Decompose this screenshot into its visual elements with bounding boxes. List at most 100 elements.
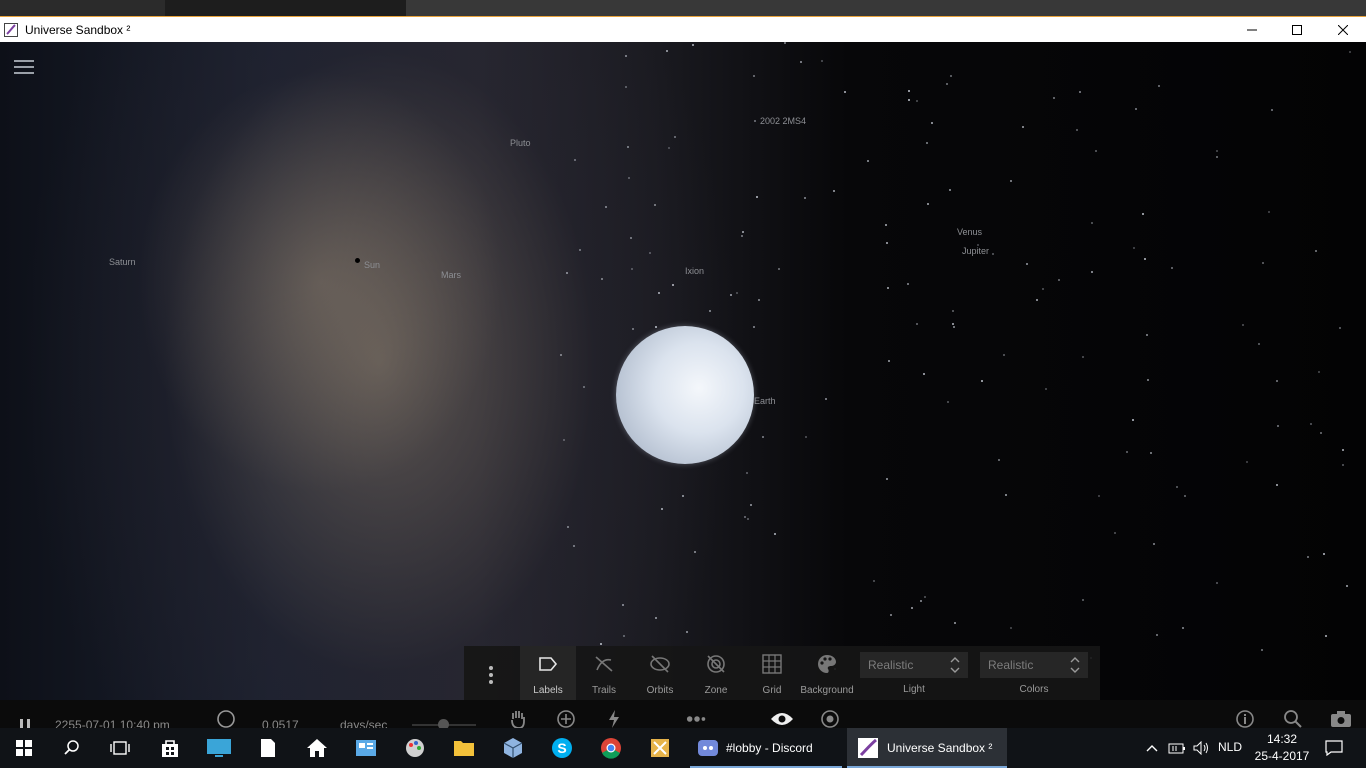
start-button[interactable]	[0, 728, 48, 768]
show-hidden-icons-button[interactable]	[1140, 728, 1164, 768]
colors-select[interactable]: Realistic	[980, 652, 1088, 678]
star	[1258, 343, 1261, 346]
more-options-icon[interactable]	[484, 664, 498, 686]
search-icon	[64, 740, 79, 755]
object-label-ixion[interactable]: Ixion	[685, 266, 704, 276]
tool-labels[interactable]: Labels	[520, 646, 576, 700]
star	[887, 287, 890, 290]
add-object-button[interactable]	[555, 708, 577, 730]
star	[1260, 648, 1263, 651]
star	[1058, 279, 1061, 282]
star	[1126, 451, 1129, 454]
star	[694, 551, 697, 554]
search-taskbar-button[interactable]	[48, 728, 96, 768]
object-label-mars[interactable]: Mars	[441, 270, 461, 280]
earth-planet[interactable]	[616, 326, 754, 464]
up-down-chevron-icon	[950, 657, 960, 673]
star	[947, 400, 950, 403]
skype-app[interactable]: S	[538, 728, 586, 768]
clock-time: 14:32	[1266, 732, 1298, 746]
star	[667, 147, 670, 150]
object-label-jupiter[interactable]: Jupiter	[962, 246, 989, 256]
object-label-pluto[interactable]: Pluto	[510, 138, 531, 148]
light-select-caption: Light	[903, 684, 925, 695]
taskbar-clock[interactable]: 14:32 25-4-2017	[1254, 731, 1310, 765]
tool-orbits[interactable]: Orbits	[632, 646, 688, 700]
tool-zone[interactable]: Zone	[688, 646, 744, 700]
dots-icon	[686, 716, 706, 722]
clock-moon-icon	[217, 710, 235, 728]
star	[930, 122, 933, 125]
object-label-sun[interactable]: Sun	[364, 260, 380, 270]
task-view-button[interactable]	[96, 728, 144, 768]
control-panel-app[interactable]	[342, 728, 390, 768]
tools-app[interactable]	[636, 728, 684, 768]
volume-tray-button[interactable]	[1190, 728, 1212, 768]
star	[604, 206, 607, 209]
universe-sandbox-icon	[858, 738, 878, 758]
input-language[interactable]: NLD	[1218, 740, 1242, 754]
screenshot-button[interactable]	[1330, 708, 1352, 730]
home-app[interactable]	[293, 728, 341, 768]
hamburger-menu-button[interactable]	[14, 60, 34, 76]
file-explorer-app[interactable]	[440, 728, 488, 768]
grab-tool-button[interactable]	[507, 708, 529, 730]
view-button[interactable]	[768, 708, 796, 730]
object-label-venus[interactable]: Venus	[957, 227, 982, 237]
star	[804, 197, 807, 200]
star	[920, 600, 923, 603]
star	[1002, 353, 1005, 356]
maximize-button[interactable]	[1274, 17, 1320, 43]
object-label-saturn[interactable]: Saturn	[109, 257, 136, 267]
star	[885, 477, 888, 480]
tag-icon	[539, 657, 558, 671]
battery-tray-button[interactable]	[1164, 728, 1190, 768]
star	[1132, 246, 1135, 249]
star	[746, 517, 749, 520]
star	[1181, 627, 1184, 630]
discord-icon	[698, 740, 718, 756]
action-center-button[interactable]	[1318, 728, 1350, 768]
simulation-settings-button[interactable]	[819, 708, 841, 730]
time-mode-button[interactable]	[215, 708, 237, 730]
add-circle-icon	[557, 710, 575, 728]
document-app[interactable]	[244, 728, 292, 768]
store-app[interactable]	[146, 728, 194, 768]
tools-button[interactable]	[603, 708, 625, 730]
info-button[interactable]	[1234, 708, 1256, 730]
tool-background[interactable]: Background	[800, 646, 854, 700]
object-label-2002-2ms4[interactable]: 2002 2MS4	[760, 116, 806, 126]
star	[736, 291, 739, 294]
taskbar-app-universe-sandbox[interactable]: Universe Sandbox ²	[847, 728, 1007, 768]
title-bar: Universe Sandbox ²	[0, 16, 1366, 42]
star	[1170, 267, 1173, 270]
taskbar-app-discord[interactable]: #lobby - Discord	[690, 728, 842, 768]
star	[761, 435, 764, 438]
virtualbox-app[interactable]	[489, 728, 537, 768]
star	[1309, 423, 1312, 426]
close-button[interactable]	[1320, 17, 1366, 43]
monitor-app[interactable]	[195, 728, 243, 768]
paint-app[interactable]	[391, 728, 439, 768]
control-panel-icon	[356, 740, 376, 756]
star	[565, 272, 568, 275]
star	[950, 75, 953, 78]
tool-trails[interactable]: Trails	[576, 646, 632, 700]
search-button[interactable]	[1282, 708, 1304, 730]
chrome-app[interactable]	[587, 728, 635, 768]
object-label-earth[interactable]: Earth	[754, 396, 776, 406]
star	[1307, 555, 1310, 558]
taskbar-app-discord-label: #lobby - Discord	[726, 741, 813, 755]
star	[1082, 356, 1085, 359]
chevron-up-icon	[1146, 745, 1158, 752]
simulation-viewport[interactable]: 2002 2MS4 Pluto Saturn Sun Mars Ixion Ve…	[0, 42, 1366, 736]
objects-button[interactable]	[686, 708, 708, 730]
minimize-button[interactable]	[1229, 17, 1275, 43]
tool-grid[interactable]: Grid	[744, 646, 800, 700]
camera-icon	[1331, 711, 1351, 727]
light-select[interactable]: Realistic	[860, 652, 968, 678]
star	[1036, 299, 1039, 302]
star	[1184, 494, 1187, 497]
sun-marker[interactable]	[355, 258, 360, 263]
tool-background-label: Background	[800, 685, 854, 696]
